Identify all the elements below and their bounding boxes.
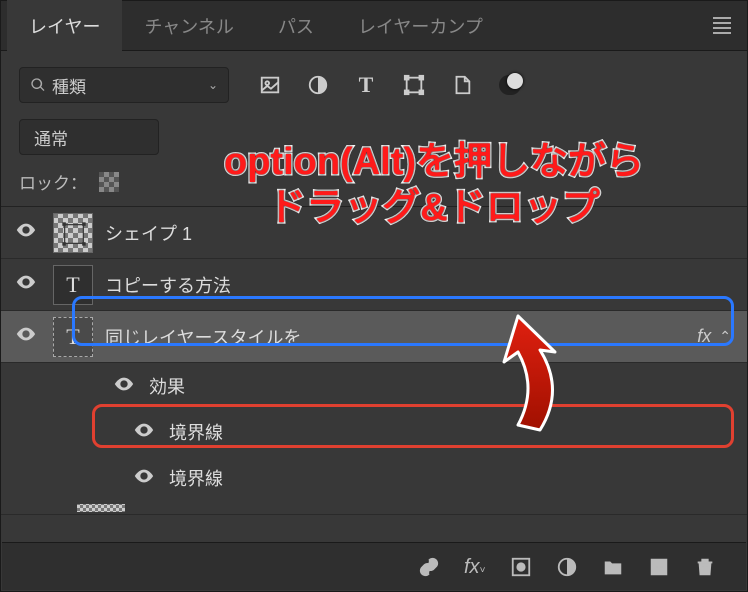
eye-icon: [15, 219, 37, 241]
blend-mode-label: 通常: [34, 125, 68, 150]
layer-row-shape[interactable]: シェイプ 1: [1, 207, 747, 259]
eye-icon: [113, 373, 135, 395]
visibility-toggle[interactable]: [129, 465, 159, 492]
fx-badge[interactable]: fx: [697, 326, 711, 347]
link-layers-icon[interactable]: [418, 556, 440, 578]
tab-bar: レイヤー チャンネル パス レイヤーカンプ: [1, 1, 747, 51]
layer-name[interactable]: コピーする方法: [105, 272, 747, 298]
effects-header[interactable]: 効果: [1, 363, 747, 409]
eye-icon: [15, 271, 37, 293]
effects-label: 効果: [149, 373, 185, 399]
new-group-icon[interactable]: [602, 556, 624, 578]
tab-paths[interactable]: パス: [256, 0, 336, 53]
filter-image-icon[interactable]: [259, 74, 281, 96]
effect-name: 境界線: [169, 419, 223, 445]
panel-menu-icon[interactable]: [713, 14, 731, 37]
layer-thumbnail[interactable]: T: [53, 265, 93, 305]
type-layer-icon: T: [66, 272, 79, 298]
layers-panel: レイヤー チャンネル パス レイヤーカンプ 種類 ⌄ T 通常 ロッ: [0, 0, 748, 592]
layer-style-icon[interactable]: fx˅: [464, 556, 486, 578]
tab-channels[interactable]: チャンネル: [122, 0, 255, 53]
layer-name[interactable]: シェイプ 1: [105, 220, 747, 246]
chevron-down-icon: ⌄: [208, 78, 218, 92]
visibility-toggle[interactable]: [11, 271, 41, 298]
filter-type-label: 種類: [46, 73, 204, 98]
blend-row: 通常: [1, 111, 747, 163]
filter-smartobject-icon[interactable]: [451, 74, 473, 96]
filter-icons: T: [259, 74, 521, 96]
eye-icon: [15, 323, 37, 345]
layer-thumbnail[interactable]: T: [53, 317, 93, 357]
layers-bottom-toolbar: fx˅: [2, 542, 746, 590]
effect-name: 境界線: [169, 465, 223, 491]
lock-row: ロック：: [1, 163, 747, 206]
effect-stroke-1[interactable]: 境界線: [1, 409, 747, 455]
visibility-toggle[interactable]: [129, 419, 159, 446]
layer-row-partial[interactable]: [1, 501, 747, 515]
tab-layer-comps[interactable]: レイヤーカンプ: [336, 0, 505, 53]
filter-row: 種類 ⌄ T: [1, 51, 747, 111]
filter-toggle[interactable]: [499, 74, 521, 96]
delete-layer-icon[interactable]: [694, 556, 716, 578]
layer-row-copy-method[interactable]: T コピーする方法: [1, 259, 747, 311]
layer-row-same-style[interactable]: T 同じレイヤースタイルを fx ⌃: [1, 311, 747, 363]
visibility-toggle[interactable]: [11, 323, 41, 350]
filter-shape-icon[interactable]: [403, 74, 425, 96]
visibility-toggle[interactable]: [109, 373, 139, 400]
filter-type-dropdown[interactable]: 種類 ⌄: [19, 67, 229, 103]
type-layer-icon: T: [66, 324, 79, 350]
layer-mask-icon[interactable]: [510, 556, 532, 578]
layers-list: シェイプ 1 T コピーする方法 T 同じレイヤースタイルを fx ⌃ 効果: [1, 206, 747, 515]
lock-transparency-icon[interactable]: [99, 172, 119, 192]
effects-collapse-icon[interactable]: ⌃: [719, 328, 731, 345]
blend-mode-dropdown[interactable]: 通常: [19, 119, 159, 155]
filter-type-icon[interactable]: T: [355, 74, 377, 96]
new-layer-icon[interactable]: [648, 556, 670, 578]
layer-thumbnail-partial: [77, 504, 125, 512]
layer-thumbnail[interactable]: [53, 213, 93, 253]
search-icon: [30, 77, 46, 93]
tab-layers[interactable]: レイヤー: [7, 0, 122, 53]
effect-stroke-2[interactable]: 境界線: [1, 455, 747, 501]
filter-adjustment-icon[interactable]: [307, 74, 329, 96]
visibility-toggle[interactable]: [11, 219, 41, 246]
shape-path-icon: [58, 218, 90, 250]
adjustment-layer-icon[interactable]: [556, 556, 578, 578]
eye-icon: [133, 465, 155, 487]
lock-label: ロック：: [19, 169, 87, 194]
eye-icon: [133, 419, 155, 441]
layer-name[interactable]: 同じレイヤースタイルを: [105, 324, 697, 350]
